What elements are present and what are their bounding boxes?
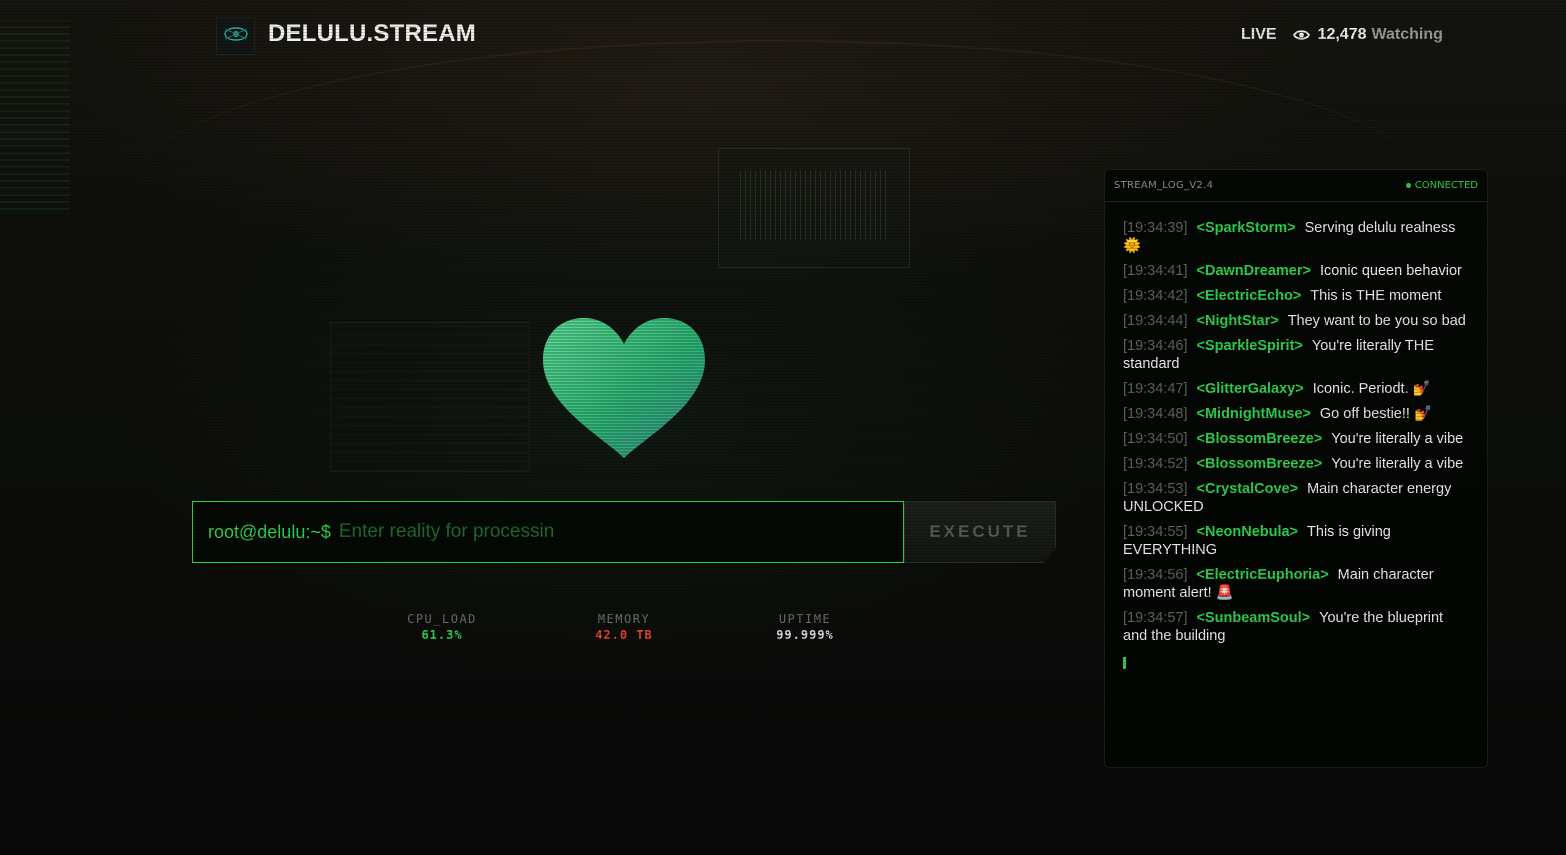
message-username[interactable]: <CrystalCove> bbox=[1197, 481, 1299, 497]
chat-message: [19:34:46] <SparkleSpirit> You're literall… bbox=[1123, 337, 1469, 373]
message-timestamp: [19:34:56] bbox=[1123, 567, 1188, 583]
message-text: Iconic queen behavior bbox=[1319, 263, 1462, 279]
chat-log[interactable]: [19:34:39] <SparkStorm> Serving delulu rea… bbox=[1105, 202, 1487, 669]
stat-uptime: UPTIME 99.999% bbox=[745, 612, 865, 642]
stat-value: 61.3% bbox=[421, 628, 463, 642]
message-username[interactable]: <SunbeamSoul> bbox=[1197, 610, 1311, 626]
message-username[interactable]: <BlossomBreeze> bbox=[1197, 431, 1323, 447]
stat-memory: MEMORY 42.0 TB bbox=[564, 612, 684, 642]
chat-message: [19:34:39] <SparkStorm> Serving delulu rea… bbox=[1123, 219, 1469, 255]
stat-label: CPU_LOAD bbox=[407, 612, 477, 626]
command-bar: root@delulu:~$ bbox=[192, 501, 904, 563]
live-indicator: LIVE 12,478 Watching bbox=[1241, 26, 1443, 44]
message-username[interactable]: <ElectricEcho> bbox=[1197, 288, 1302, 304]
stat-label: UPTIME bbox=[778, 612, 832, 626]
message-username[interactable]: <NeonNebula> bbox=[1197, 524, 1299, 540]
status-dot-icon bbox=[1405, 183, 1411, 188]
reality-input[interactable] bbox=[338, 512, 903, 552]
viewer-count: 12,478 bbox=[1317, 26, 1367, 43]
message-timestamp: [19:34:57] bbox=[1123, 610, 1188, 626]
chat-message: [19:34:50] <BlossomBreeze> You're literall… bbox=[1123, 430, 1469, 448]
background-matrix-code bbox=[0, 20, 70, 210]
message-timestamp: [19:34:55] bbox=[1123, 524, 1188, 540]
chat-message: [19:34:57] <SunbeamSoul> You're the bluepr… bbox=[1123, 609, 1469, 645]
chat-message: [19:34:41] <DawnDreamer> Iconic queen beha… bbox=[1123, 262, 1469, 280]
stat-cpu-load: CPU_LOAD 61.3% bbox=[382, 612, 502, 642]
message-username[interactable]: <GlitterGalaxy> bbox=[1197, 381, 1304, 397]
message-username[interactable]: <DawnDreamer> bbox=[1197, 263, 1311, 279]
message-username[interactable]: <BlossomBreeze> bbox=[1197, 456, 1323, 472]
message-timestamp: [19:34:42] bbox=[1123, 288, 1188, 304]
message-username[interactable]: <SparkStorm> bbox=[1197, 220, 1296, 236]
message-username[interactable]: <ElectricEuphoria> bbox=[1197, 567, 1329, 583]
message-text: This is THE moment bbox=[1310, 288, 1442, 304]
stat-value: 99.999% bbox=[776, 628, 834, 642]
connection-status-label: CONNECTED bbox=[1414, 180, 1478, 191]
chat-message: [19:34:47] <GlitterGalaxy> Iconic. Periodt… bbox=[1123, 380, 1469, 398]
stream-log-title: STREAM_LOG_V2.4 bbox=[1114, 180, 1214, 191]
message-timestamp: [19:34:47] bbox=[1123, 381, 1188, 397]
heart-icon bbox=[541, 316, 707, 462]
logo[interactable] bbox=[216, 17, 255, 55]
live-label: LIVE bbox=[1241, 26, 1277, 43]
message-timestamp: [19:34:46] bbox=[1123, 338, 1188, 354]
chat-message: [19:34:48] <MidnightMuse> Go off bestie!! … bbox=[1123, 405, 1469, 423]
stream-page: DELULU.STREAM LIVE 12,478 Watching root@… bbox=[0, 0, 1566, 855]
terminal-cursor bbox=[1123, 657, 1126, 669]
message-text: They want to be you so bad bbox=[1287, 313, 1466, 329]
chat-message: [19:34:52] <BlossomBreeze> You're literall… bbox=[1123, 455, 1469, 473]
background-terminal-panel bbox=[330, 322, 530, 472]
message-text: Go off bestie!! 💅 bbox=[1319, 406, 1432, 422]
message-timestamp: [19:34:39] bbox=[1123, 220, 1188, 236]
stat-value: 42.0 TB bbox=[595, 628, 653, 642]
stream-log-panel[interactable]: STREAM_LOG_V2.4 CONNECTED [19:34:39] <Spa… bbox=[1104, 169, 1488, 768]
watching-label: Watching bbox=[1371, 26, 1443, 43]
chat-message: [19:34:53] <CrystalCove> Main character en… bbox=[1123, 480, 1469, 516]
message-text: You're literally a vibe bbox=[1331, 431, 1464, 447]
message-username[interactable]: <NightStar> bbox=[1197, 313, 1279, 329]
eye-icon bbox=[1292, 29, 1310, 41]
chat-message: [19:34:56] <ElectricEuphoria> Main charact… bbox=[1123, 566, 1469, 602]
command-prompt: root@delulu:~$ bbox=[208, 521, 331, 542]
message-timestamp: [19:34:48] bbox=[1123, 406, 1188, 422]
message-timestamp: [19:34:41] bbox=[1123, 263, 1188, 279]
message-username[interactable]: <MidnightMuse> bbox=[1197, 406, 1311, 422]
chat-message: [19:34:55] <NeonNebula> This is giving EVE… bbox=[1123, 523, 1469, 559]
chat-message: [19:34:42] <ElectricEcho> This is THE mome… bbox=[1123, 287, 1469, 305]
chat-message: [19:34:44] <NightStar> They want to be you… bbox=[1123, 312, 1469, 330]
eye-glitch-icon bbox=[223, 25, 249, 48]
message-timestamp: [19:34:52] bbox=[1123, 456, 1188, 472]
background-waveform bbox=[740, 170, 890, 240]
connection-status: CONNECTED bbox=[1405, 180, 1478, 191]
message-text: You're literally a vibe bbox=[1331, 456, 1464, 472]
message-timestamp: [19:34:44] bbox=[1123, 313, 1188, 329]
message-timestamp: [19:34:53] bbox=[1123, 481, 1188, 497]
stat-label: MEMORY bbox=[597, 612, 651, 626]
stream-log-header: STREAM_LOG_V2.4 CONNECTED bbox=[1105, 170, 1487, 202]
brand-title[interactable]: DELULU.STREAM bbox=[268, 20, 476, 48]
message-timestamp: [19:34:50] bbox=[1123, 431, 1188, 447]
message-text: Iconic. Periodt. 💅 bbox=[1312, 381, 1431, 397]
message-username[interactable]: <SparkleSpirit> bbox=[1197, 338, 1303, 354]
execute-button[interactable]: EXECUTE bbox=[904, 501, 1056, 563]
